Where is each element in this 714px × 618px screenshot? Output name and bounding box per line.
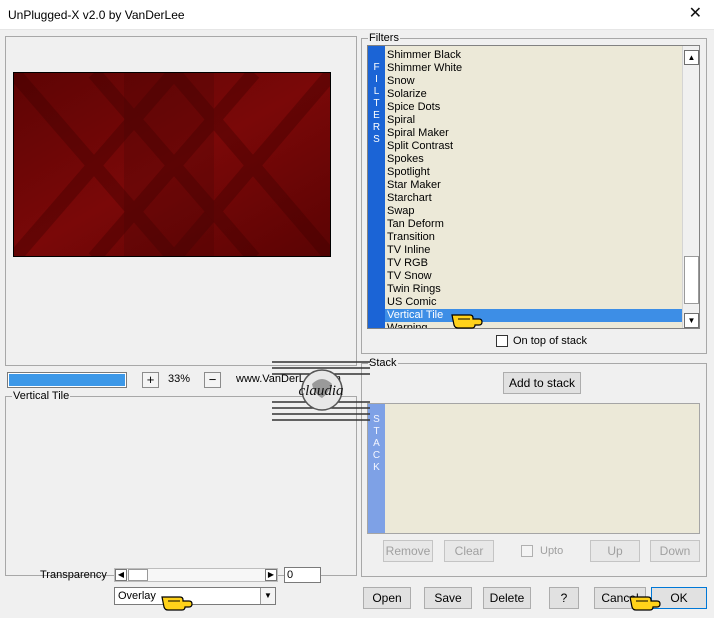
stack-group-label: Stack bbox=[368, 357, 398, 369]
upto-checkbox[interactable] bbox=[521, 545, 533, 557]
blend-mode-value: Overlay bbox=[118, 590, 156, 602]
stack-tab: STACK bbox=[368, 404, 385, 533]
filter-item[interactable]: Split Contrast bbox=[385, 140, 682, 153]
filter-item[interactable]: Transition bbox=[385, 231, 682, 244]
filter-item[interactable]: Warping bbox=[385, 322, 682, 328]
filters-group-label: Filters bbox=[368, 32, 400, 44]
filter-list[interactable]: FILTERS Shimmer Black Shimmer White Snow So… bbox=[367, 45, 700, 329]
scroll-up-icon[interactable]: ▲ bbox=[684, 50, 699, 65]
filter-items: Shimmer Black Shimmer White Snow Solarize Sp… bbox=[385, 49, 682, 328]
pointing-hand-icon bbox=[629, 596, 661, 611]
upto-label: Upto bbox=[540, 545, 564, 557]
close-icon[interactable]: ✕ bbox=[689, 5, 702, 23]
filter-item[interactable]: TV RGB bbox=[385, 257, 682, 270]
preview-image[interactable] bbox=[13, 72, 331, 257]
filter-item[interactable]: Swap bbox=[385, 205, 682, 218]
filter-item[interactable]: Twin Rings bbox=[385, 283, 682, 296]
open-button[interactable]: Open bbox=[363, 587, 411, 609]
pointing-hand-icon bbox=[451, 314, 483, 329]
move-up-button[interactable]: Up bbox=[590, 540, 640, 562]
render-progress-bar bbox=[7, 372, 127, 388]
filter-item[interactable]: Tan Deform bbox=[385, 218, 682, 231]
on-top-of-stack-checkbox[interactable] bbox=[496, 335, 508, 347]
title-bar: UnPlugged-X v2.0 by VanDerLee ✕ bbox=[0, 0, 714, 30]
stack-list[interactable]: STACK bbox=[367, 403, 700, 534]
filter-item[interactable]: Shimmer White bbox=[385, 62, 682, 75]
move-down-button[interactable]: Down bbox=[650, 540, 700, 562]
filter-item[interactable]: Spiral Maker bbox=[385, 127, 682, 140]
zoom-level: 33% bbox=[168, 373, 191, 385]
filter-item[interactable]: Spice Dots bbox=[385, 101, 682, 114]
add-to-stack-button[interactable]: Add to stack bbox=[503, 372, 581, 394]
filter-item-selected[interactable]: Vertical Tile bbox=[385, 309, 682, 322]
filter-item[interactable]: Shimmer Black bbox=[385, 49, 682, 62]
slider-right-icon[interactable]: ▶ bbox=[265, 569, 277, 581]
scroll-thumb[interactable] bbox=[684, 256, 699, 304]
filter-list-scrollbar[interactable]: ▲ ▼ bbox=[682, 46, 699, 328]
filter-item[interactable]: Starchart bbox=[385, 192, 682, 205]
filter-item[interactable]: Spiral bbox=[385, 114, 682, 127]
watermark-text: claudia bbox=[299, 383, 344, 399]
blend-mode-select[interactable]: Overlay ▼ bbox=[114, 587, 276, 605]
scroll-down-icon[interactable]: ▼ bbox=[684, 313, 699, 328]
transparency-value-input[interactable]: 0 bbox=[284, 567, 321, 583]
stack-tab-label: STACK bbox=[372, 414, 381, 473]
claudia-watermark-logo: claudia bbox=[272, 354, 370, 424]
pointing-hand-icon bbox=[161, 596, 193, 611]
zoom-in-button[interactable]: + bbox=[142, 372, 159, 388]
filter-item[interactable]: TV Inline bbox=[385, 244, 682, 257]
progress-fill bbox=[9, 374, 125, 386]
filter-item[interactable]: Snow bbox=[385, 75, 682, 88]
filter-item[interactable]: Solarize bbox=[385, 88, 682, 101]
zoom-out-button[interactable]: − bbox=[204, 372, 221, 388]
transparency-label: Transparency bbox=[40, 569, 107, 581]
filter-item[interactable]: Star Maker bbox=[385, 179, 682, 192]
chevron-down-icon[interactable]: ▼ bbox=[260, 588, 275, 604]
slider-thumb[interactable] bbox=[128, 569, 148, 581]
transparency-slider[interactable]: ◀ ▶ bbox=[114, 568, 278, 582]
help-button[interactable]: ? bbox=[549, 587, 579, 609]
slider-left-icon[interactable]: ◀ bbox=[115, 569, 127, 581]
filter-item[interactable]: Spotlight bbox=[385, 166, 682, 179]
filter-item[interactable]: TV Snow bbox=[385, 270, 682, 283]
save-button[interactable]: Save bbox=[424, 587, 472, 609]
delete-button[interactable]: Delete bbox=[483, 587, 531, 609]
settings-group-label: Vertical Tile bbox=[12, 390, 71, 402]
on-top-of-stack-label: On top of stack bbox=[513, 335, 587, 347]
filter-item[interactable]: US Comic bbox=[385, 296, 682, 309]
filter-item[interactable]: Spokes bbox=[385, 153, 682, 166]
remove-button[interactable]: Remove bbox=[383, 540, 433, 562]
filters-tab: FILTERS bbox=[368, 46, 385, 328]
filters-tab-label: FILTERS bbox=[372, 62, 381, 145]
window-title: UnPlugged-X v2.0 by VanDerLee bbox=[8, 8, 185, 22]
clear-button[interactable]: Clear bbox=[444, 540, 494, 562]
